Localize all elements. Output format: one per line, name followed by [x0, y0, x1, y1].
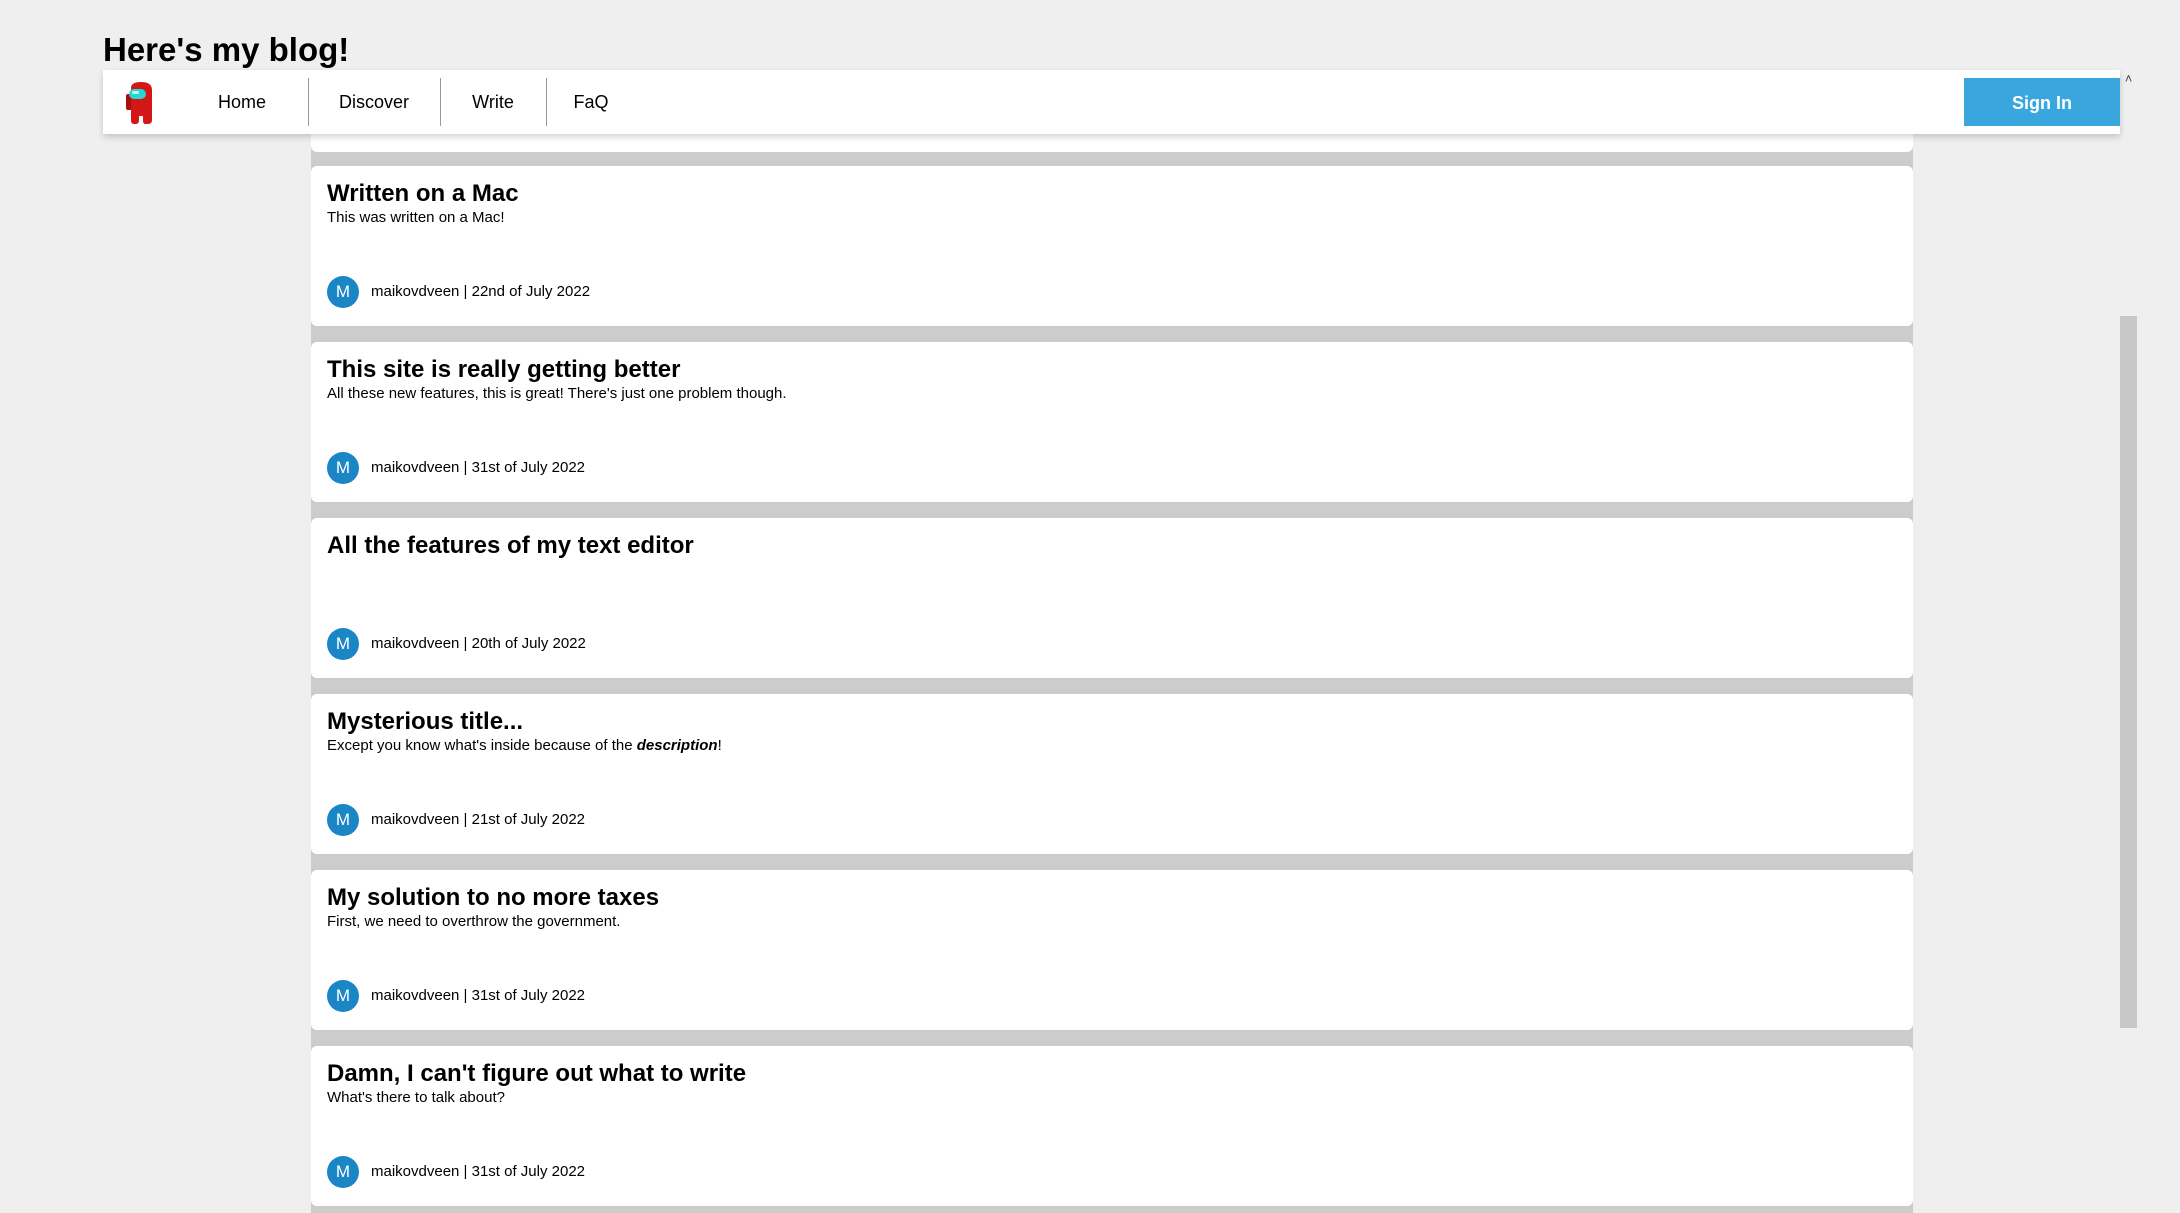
post-description: This was written on a Mac! — [327, 209, 505, 226]
avatar[interactable]: M — [327, 452, 359, 484]
nav-faq[interactable]: FaQ — [547, 78, 635, 126]
post-meta: maikovdveen | 31st of July 2022 — [371, 987, 586, 1004]
avatar[interactable]: M — [327, 804, 359, 836]
post-title[interactable]: Damn, I can't figure out what to write — [327, 1060, 746, 1088]
scrollbar-thumb[interactable] — [2120, 316, 2137, 1028]
avatar[interactable]: M — [327, 980, 359, 1012]
post-meta: maikovdveen | 31st of July 2022 — [371, 459, 586, 476]
post-description: What's there to talk about? — [327, 1089, 505, 1106]
post-meta: maikovdveen | 22nd of July 2022 — [371, 283, 591, 300]
post-meta: maikovdveen | 31st of July 2022 — [371, 1163, 586, 1180]
nav-home[interactable]: Home — [177, 78, 307, 126]
post-title[interactable]: Mysterious title... — [327, 708, 523, 736]
post-card[interactable]: Mysterious title... Except you know what… — [311, 694, 1913, 854]
nav-discover[interactable]: Discover — [309, 78, 439, 126]
post-meta: maikovdveen | 21st of July 2022 — [371, 811, 586, 828]
post-description: First, we need to overthrow the governme… — [327, 913, 621, 930]
avatar[interactable]: M — [327, 276, 359, 308]
post-description-text: Except you know what's inside because of… — [327, 737, 637, 754]
nav-write[interactable]: Write — [441, 78, 545, 126]
post-description-suffix: ! — [717, 737, 722, 754]
post-description-emphasis: description — [636, 737, 718, 754]
avatar[interactable]: M — [327, 628, 359, 660]
among-us-crewmate-icon[interactable] — [125, 80, 157, 126]
post-card[interactable]: My solution to no more taxes First, we n… — [311, 870, 1913, 1030]
post-title[interactable]: Written on a Mac — [327, 180, 519, 208]
post-title[interactable]: This site is really getting better — [327, 356, 680, 384]
navbar: Home Discover Write FaQ Sign In — [103, 70, 2120, 134]
page: Here's my blog! Written on a Mac This wa… — [0, 0, 2180, 1213]
post-card[interactable]: Written on a Mac This was written on a M… — [311, 166, 1913, 326]
avatar[interactable]: M — [327, 1156, 359, 1188]
post-card[interactable]: This site is really getting better All t… — [311, 342, 1913, 502]
blog-title: Here's my blog! — [103, 31, 350, 68]
sign-in-button[interactable]: Sign In — [1964, 78, 2120, 126]
post-list[interactable]: Written on a Mac This was written on a M… — [311, 70, 1913, 1213]
post-meta: maikovdveen | 20th of July 2022 — [371, 635, 586, 652]
post-card[interactable]: All the features of my text editor M mai… — [311, 518, 1913, 678]
scroll-up-arrow-icon[interactable]: ˄ — [2120, 70, 2137, 88]
post-title[interactable]: All the features of my text editor — [327, 532, 694, 560]
post-title[interactable]: My solution to no more taxes — [327, 884, 659, 912]
post-description: All these new features, this is great! T… — [327, 385, 787, 402]
post-description: Except you know what's inside because of… — [327, 736, 722, 755]
post-card[interactable]: Damn, I can't figure out what to write W… — [311, 1046, 1913, 1206]
